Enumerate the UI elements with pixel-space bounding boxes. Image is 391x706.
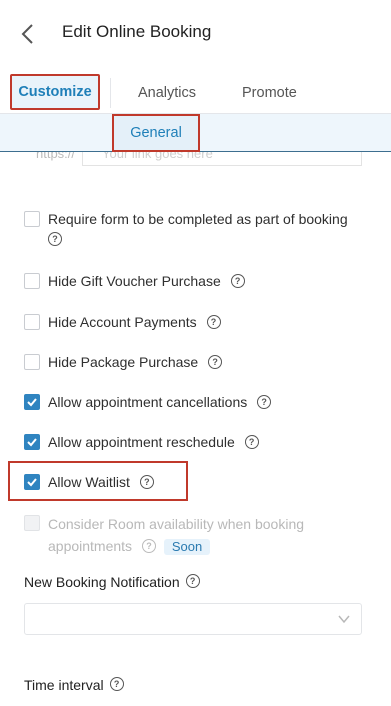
room-availability-checkbox xyxy=(24,515,40,531)
new-booking-notification-label: New Booking Notification ? xyxy=(24,574,200,590)
allow-cancellations-label: Allow appointment cancellations xyxy=(48,394,248,410)
option-allow-waitlist[interactable]: Allow Waitlist ? xyxy=(24,472,154,492)
option-hide-account-payments[interactable]: Hide Account Payments ? xyxy=(24,312,221,332)
help-icon[interactable]: ? xyxy=(244,435,259,450)
option-label: Hide Account Payments ? xyxy=(48,312,221,332)
help-icon[interactable]: ? xyxy=(141,539,156,554)
time-interval-label: Time interval ? xyxy=(24,677,124,693)
allow-waitlist-label: Allow Waitlist xyxy=(48,474,130,490)
option-label: Consider Room availability when booking … xyxy=(48,513,354,557)
allow-reschedule-label: Allow appointment reschedule xyxy=(48,434,235,450)
option-allow-reschedule[interactable]: Allow appointment reschedule ? xyxy=(24,432,259,452)
option-label: Allow Waitlist ? xyxy=(48,472,154,492)
hide-account-payments-checkbox[interactable] xyxy=(24,314,40,330)
help-icon[interactable]: ? xyxy=(208,355,223,370)
option-label: Hide Package Purchase ? xyxy=(48,352,223,372)
help-icon[interactable]: ? xyxy=(257,395,272,410)
help-icon[interactable]: ? xyxy=(48,232,62,247)
help-icon[interactable]: ? xyxy=(109,677,124,691)
option-hide-gift-voucher[interactable]: Hide Gift Voucher Purchase ? xyxy=(24,271,245,291)
help-icon[interactable]: ? xyxy=(139,475,154,490)
check-icon xyxy=(27,398,37,407)
hide-package-purchase-checkbox[interactable] xyxy=(24,354,40,370)
url-prefix: https:// xyxy=(36,152,76,161)
tab-divider xyxy=(110,78,111,108)
subtab-general[interactable]: General xyxy=(112,114,200,152)
require-form-checkbox[interactable] xyxy=(24,211,40,227)
new-booking-notification-select[interactable] xyxy=(24,603,362,635)
back-button[interactable] xyxy=(14,20,42,48)
section-title: Time interval xyxy=(24,677,104,693)
sub-tabs: General xyxy=(0,114,391,152)
allow-waitlist-checkbox[interactable] xyxy=(24,474,40,490)
option-allow-cancellations[interactable]: Allow appointment cancellations ? xyxy=(24,392,272,412)
allow-cancellations-checkbox[interactable] xyxy=(24,394,40,410)
section-title: New Booking Notification xyxy=(24,574,180,590)
check-icon xyxy=(27,478,37,487)
tab-analytics[interactable]: Analytics xyxy=(138,72,196,114)
tab-customize[interactable]: Customize xyxy=(10,74,100,110)
header: Edit Online Booking xyxy=(0,0,391,66)
booking-url-row: https:// Your link goes here xyxy=(24,152,362,168)
allow-reschedule-checkbox[interactable] xyxy=(24,434,40,450)
option-label: Allow appointment cancellations ? xyxy=(48,392,272,412)
option-hide-package-purchase[interactable]: Hide Package Purchase ? xyxy=(24,352,223,372)
main-tabs: Customize Analytics Promote xyxy=(0,72,391,114)
option-label: Require form to be completed as part of … xyxy=(48,209,348,249)
help-icon[interactable]: ? xyxy=(206,315,221,330)
hide-package-purchase-label: Hide Package Purchase xyxy=(48,354,199,370)
chevron-down-icon xyxy=(338,615,350,624)
hide-gift-voucher-checkbox[interactable] xyxy=(24,273,40,289)
tab-promote[interactable]: Promote xyxy=(242,72,297,114)
option-label: Hide Gift Voucher Purchase ? xyxy=(48,271,245,291)
option-label: Allow appointment reschedule ? xyxy=(48,432,259,452)
hide-account-payments-label: Hide Account Payments xyxy=(48,314,197,330)
help-icon[interactable]: ? xyxy=(230,274,245,289)
require-form-label: Require form to be completed as part of … xyxy=(48,211,348,227)
option-room-availability: Consider Room availability when booking … xyxy=(24,513,354,557)
soon-badge: Soon xyxy=(163,539,211,555)
page-title: Edit Online Booking xyxy=(62,22,212,41)
check-icon xyxy=(27,438,37,447)
hide-gift-voucher-label: Hide Gift Voucher Purchase xyxy=(48,273,221,289)
url-placeholder: Your link goes here xyxy=(102,152,213,161)
option-require-form[interactable]: Require form to be completed as part of … xyxy=(24,209,364,249)
help-icon[interactable]: ? xyxy=(185,574,200,588)
chevron-left-icon xyxy=(21,24,33,44)
